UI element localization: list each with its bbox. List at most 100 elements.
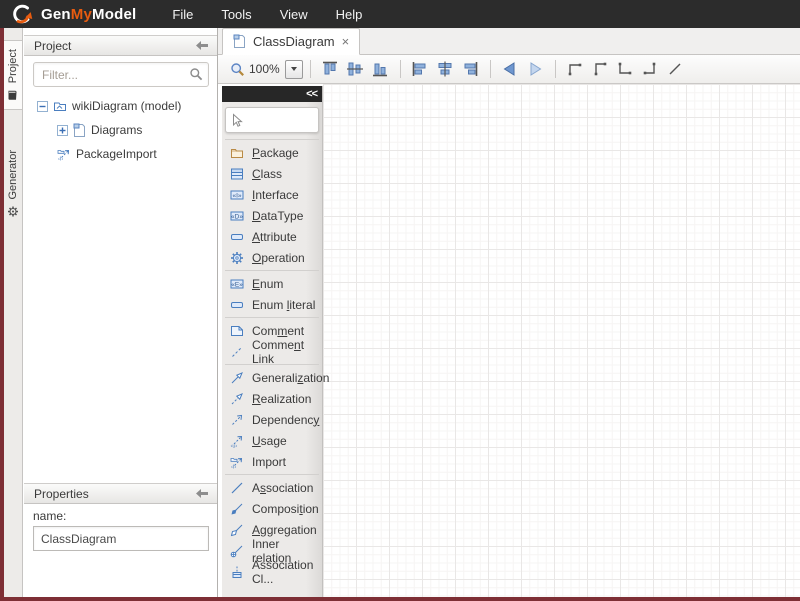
menu-tools[interactable]: Tools [207,2,265,27]
tree-item-label: wikiDiagram (model) [72,99,181,113]
rail-tab-project[interactable]: Project [4,40,22,110]
project-panel-header: Project [24,35,217,56]
collapse-left-icon[interactable] [196,41,209,50]
palette-item-label: Comment [252,324,304,338]
align-bottom-icon [370,59,390,79]
palette-item-label: Import [252,455,286,469]
enum-literal-icon [230,298,244,312]
bottom-accent-bar [0,597,800,601]
align-center-button[interactable] [433,58,458,80]
palette-separator [225,317,319,318]
palette-item-interface[interactable]: «I» Interface [222,184,322,205]
toolbar-separator [310,60,311,78]
palette-item-label: Generalization [252,371,329,385]
comment-link-icon [230,345,244,359]
rail-tab-generator[interactable]: Generator [4,142,22,226]
book-icon [8,89,19,101]
palette-item-datatype[interactable]: «D» DataType [222,205,322,226]
tab-label: ClassDiagram [253,34,335,49]
elbow-right-up-button[interactable] [638,58,663,80]
association-icon [230,481,244,495]
align-right-button[interactable] [458,58,483,80]
expand-expander-icon[interactable] [57,125,68,136]
palette-item-label: Package [252,146,299,160]
palette-item-label: Attribute [252,230,297,244]
svg-text:‹I›: ‹I› [231,464,236,469]
filter-field [33,62,209,87]
tree-item-label: PackageImport [76,147,157,161]
search-icon[interactable] [189,67,203,81]
filter-input[interactable] [33,62,209,87]
palette-item-realization[interactable]: Realization [222,388,322,409]
palette-separator [225,474,319,475]
tab-classdiagram[interactable]: ClassDiagram × [222,28,360,55]
elbow-left-down-button[interactable] [588,58,613,80]
palette-item-list: Package Class «I» Interface «D» DataType… [222,137,322,582]
palette-item-comment-link[interactable]: Comment Link [222,341,322,362]
flip-left-icon [500,59,520,79]
tree-item-packageimport[interactable]: ‹I› PackageImport [23,142,215,166]
tool-palette: << Package Class «I» Interface «D» DataT… [222,86,323,597]
aggregation-icon [230,523,244,537]
collapse-expander-icon[interactable] [37,101,48,112]
tree-item-wikidiagram-model[interactable]: wikiDiagram (model) [23,94,215,118]
genmymodel-app: GenMyModel FileToolsViewHelp Project Gen… [0,0,800,601]
palette-item-class[interactable]: Class [222,163,322,184]
diagram-toolbar: 100% [218,55,800,84]
model-icon [53,99,67,113]
align-center-icon [435,59,455,79]
align-bottom-button[interactable] [368,58,393,80]
palette-item-label: Operation [252,251,305,265]
align-left-icon [410,59,430,79]
align-top-icon [320,59,340,79]
palette-item-label: Interface [252,188,299,202]
palette-item-association[interactable]: Association [222,477,322,498]
palette-item-enum[interactable]: «E» Enum [222,273,322,294]
zoom-dropdown-button[interactable] [285,60,303,79]
collapse-left-icon[interactable] [196,489,209,498]
align-left-button[interactable] [408,58,433,80]
name-input[interactable] [33,526,209,551]
menu-view[interactable]: View [266,2,322,27]
project-tree: wikiDiagram (model) Diagrams ‹I› PackageI… [23,94,215,166]
palette-item-dependency[interactable]: Dependency [222,409,322,430]
cursor-icon [230,113,243,128]
menu-help[interactable]: Help [322,2,377,27]
rail-tab-content: Project [6,41,20,109]
palette-item-usage[interactable]: ‹u› Usage [222,430,322,451]
tree-item-diagrams[interactable]: Diagrams [23,118,215,142]
palette-item-composition[interactable]: Composition [222,498,322,519]
package-import-icon: ‹I› [57,147,71,161]
palette-item-association-cl[interactable]: Association Cl... [222,561,322,582]
palette-item-enum-literal[interactable]: Enum literal [222,294,322,315]
palette-collapse-button[interactable]: << [306,89,317,100]
properties-panel-title: Properties [34,487,89,501]
palette-item-operation[interactable]: Operation [222,247,322,268]
elbow-down-right-button[interactable] [613,58,638,80]
align-top-button[interactable] [318,58,343,80]
palette-item-attribute[interactable]: Attribute [222,226,322,247]
menu-file[interactable]: File [158,2,207,27]
genmymodel-logo[interactable]: GenMyModel [0,3,136,25]
enum-icon: «E» [230,277,244,291]
diagram-icon [73,123,86,138]
palette-item-label: Comment Link [252,338,322,366]
palette-item-package[interactable]: Package [222,142,322,163]
straight-line-button[interactable] [663,58,688,80]
palette-item-label: Class [252,167,282,181]
elbow-up-right-button[interactable] [563,58,588,80]
toolbar-separator [490,60,491,78]
flip-right-button[interactable] [523,58,548,80]
left-panel: Project wikiDiagram (model) Diagrams ‹I›… [22,28,218,597]
canvas-grid[interactable] [323,84,800,597]
selection-tool-button[interactable] [225,107,319,133]
close-icon[interactable]: × [342,35,350,48]
palette-header: << [222,86,322,102]
align-right-icon [460,59,480,79]
class-icon [230,167,244,181]
palette-item-import[interactable]: ‹I› Import [222,451,322,472]
flip-left-button[interactable] [498,58,523,80]
align-middle-button[interactable] [343,58,368,80]
gear-icon [7,206,19,218]
palette-item-generalization[interactable]: Generalization [222,367,322,388]
